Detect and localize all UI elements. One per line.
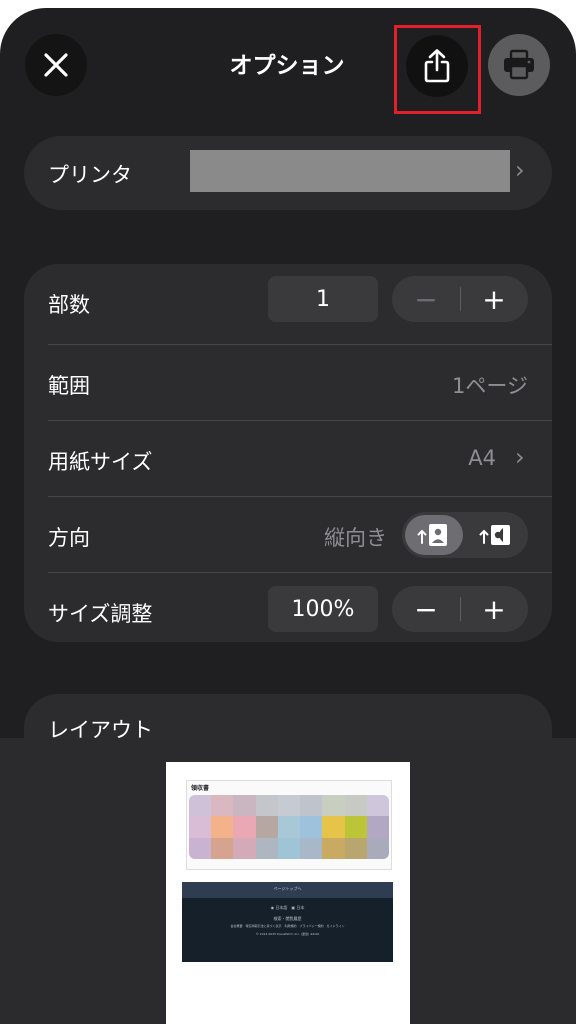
copies-field[interactable]: 1 bbox=[268, 276, 378, 322]
close-icon bbox=[44, 53, 68, 77]
page-title: オプション bbox=[229, 53, 345, 79]
paper-size-chevron-icon: › bbox=[515, 443, 525, 471]
orientation-value: 縦向き bbox=[324, 526, 387, 550]
printer-label: プリンタ bbox=[48, 163, 132, 187]
print-button[interactable] bbox=[488, 34, 550, 96]
preview-footer-links-2: 会社概要 特定商取引法に基づく表示 利用規約 プライバシー規約 ガイドライン bbox=[230, 924, 345, 928]
preview-footer-copyright: © 2013-2025 Kreuzfahrt, Inc. (運営) ※Kddi bbox=[255, 932, 320, 936]
preview-receipt-title: 領収書 bbox=[191, 785, 210, 792]
paper-size-row[interactable]: 用紙サイズ A4 › bbox=[24, 421, 552, 497]
preview-footer-bar: ページトップへ bbox=[182, 882, 393, 898]
preview-receipt-block: 領収書 bbox=[186, 780, 392, 870]
preview-lang-2: 日本 bbox=[296, 905, 305, 910]
preview-lang-1: 日本語 bbox=[275, 905, 288, 910]
copies-label: 部数 bbox=[48, 293, 90, 317]
preview-footer-languages: ◉ 日本語 ▣ 日本 bbox=[270, 905, 305, 910]
printer-value-redacted bbox=[190, 150, 510, 192]
orientation-label: 方向 bbox=[48, 526, 90, 550]
landscape-orientation-icon bbox=[479, 525, 510, 545]
preview-page[interactable]: 領収書 ページトップへ ◉ 日本語 ▣ 日本 検索・閲覧履歴 会社概要 特定商取… bbox=[166, 762, 410, 1024]
copies-stepper: − + bbox=[392, 276, 528, 322]
close-button[interactable] bbox=[25, 34, 87, 96]
paper-size-label: 用紙サイズ bbox=[48, 450, 153, 474]
orientation-row: 方向 縦向き bbox=[24, 497, 552, 573]
range-label: 範囲 bbox=[48, 374, 90, 398]
range-row[interactable]: 範囲 1ページ bbox=[24, 345, 552, 421]
copies-plus-button[interactable]: + bbox=[460, 276, 528, 322]
scale-minus-button[interactable]: − bbox=[392, 586, 460, 632]
landscape-option[interactable] bbox=[467, 515, 525, 555]
scale-label: サイズ調整 bbox=[48, 602, 153, 626]
scale-field[interactable]: 100% bbox=[268, 586, 378, 632]
portrait-orientation-icon bbox=[417, 524, 447, 546]
preview-footer-links-1: 検索・閲覧履歴 bbox=[273, 916, 302, 921]
printer-chevron-icon: › bbox=[515, 156, 525, 184]
printer-row[interactable]: プリンタ › bbox=[24, 136, 552, 210]
print-settings-card: 部数 1 − + 範囲 1ページ 用紙サイズ A4 › 方向 縦向き サイズ調整… bbox=[24, 264, 552, 642]
preview-footer: ◉ 日本語 ▣ 日本 検索・閲覧履歴 会社概要 特定商取引法に基づく表示 利用規… bbox=[182, 898, 393, 962]
range-value: 1ページ bbox=[452, 374, 528, 398]
scale-plus-button[interactable]: + bbox=[460, 586, 528, 632]
scale-row: サイズ調整 100% − + bbox=[24, 573, 552, 649]
printer-icon bbox=[504, 49, 534, 80]
print-preview-area: 領収書 ページトップへ ◉ 日本語 ▣ 日本 検索・閲覧履歴 会社概要 特定商取… bbox=[0, 738, 576, 1024]
share-highlight-frame bbox=[394, 25, 481, 114]
paper-size-value: A4 bbox=[468, 446, 496, 470]
portrait-option[interactable] bbox=[405, 515, 463, 555]
preview-page-top-link: ページトップへ bbox=[273, 886, 302, 891]
print-options-sheet: オプション プリンタ › 部数 1 − + 範囲 1ページ 用紙サイズ A4 ›… bbox=[0, 8, 576, 1024]
scale-stepper: − + bbox=[392, 586, 528, 632]
copies-minus-button[interactable]: − bbox=[392, 276, 460, 322]
preview-pixelated-image bbox=[189, 795, 389, 859]
copies-row: 部数 1 − + bbox=[24, 264, 552, 340]
orientation-toggle bbox=[402, 512, 528, 558]
